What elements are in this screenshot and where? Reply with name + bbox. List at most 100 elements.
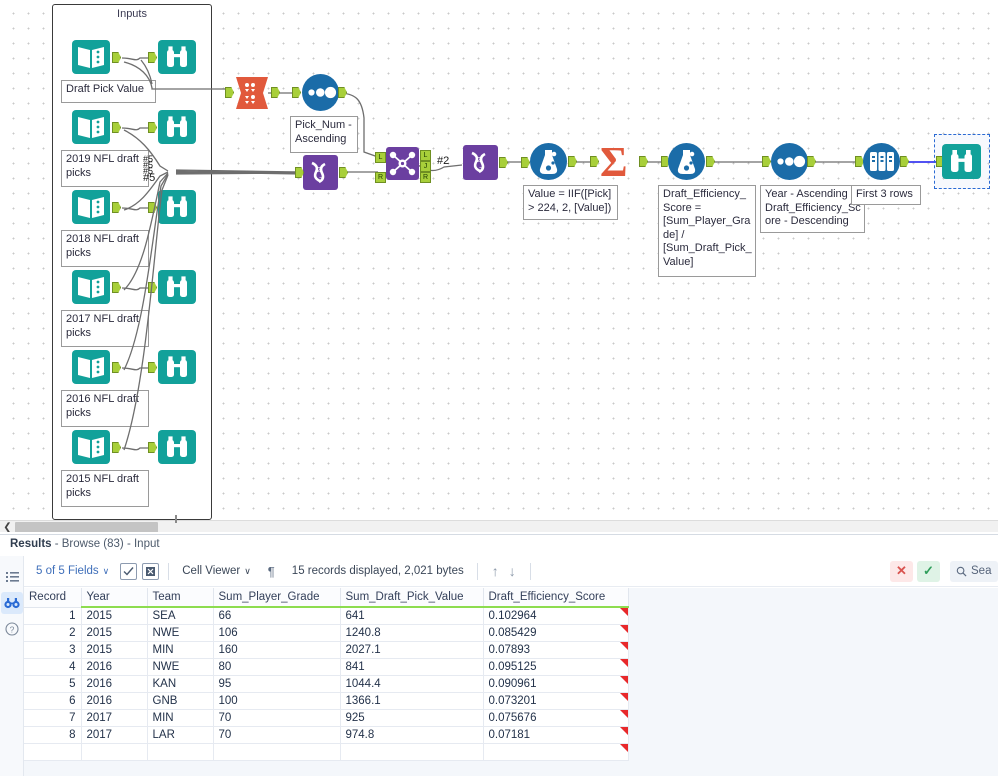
browse-tool-3[interactable] [158,188,196,226]
cell-draft-efficiency-score[interactable]: 0.075676 [483,709,629,727]
confirm-button[interactable]: ✓ [917,560,940,582]
column-header-draft-efficiency-score[interactable]: Draft_Efficiency_Score [483,588,629,608]
summarize-tool[interactable]: Σ [598,141,638,182]
cell-sum-player-grade[interactable]: 95 [213,675,341,693]
cell-sum-draft-pick-value[interactable]: 641 [340,607,484,625]
table-row[interactable]: 1 2015 SEA 66 641 0.102964 [24,607,629,625]
cell-year[interactable]: 2016 [81,658,148,676]
cell-team[interactable] [147,743,214,761]
output-anchor[interactable] [807,156,816,167]
cell-sum-draft-pick-value[interactable]: 974.8 [340,726,484,744]
cell-team[interactable]: LAR [147,726,214,744]
table-row[interactable]: 3 2015 MIN 160 2027.1 0.07893 [24,641,629,659]
results-data-grid[interactable]: Record Year Team Sum_Player_Grade Sum_Dr… [24,588,998,776]
output-anchor[interactable] [338,87,347,98]
cell-record[interactable]: 5 [24,675,82,693]
sample-tool[interactable] [862,142,901,181]
browse-binoculars-icon[interactable] [1,592,23,614]
cell-team[interactable]: GNB [147,692,214,710]
cell-year[interactable]: 2016 [81,675,148,693]
cell-sum-player-grade[interactable]: 70 [213,709,341,727]
table-row[interactable]: 4 2016 NWE 80 841 0.095125 [24,658,629,676]
output-anchor[interactable] [339,167,348,178]
output-anchor[interactable] [499,157,508,168]
join-anchor-right[interactable]: R [375,172,386,183]
select-tool-1[interactable]: 2 7 [303,155,338,190]
output-anchor[interactable] [271,87,280,98]
cell-record[interactable] [24,743,82,761]
cell-draft-efficiency-score[interactable]: 0.073201 [483,692,629,710]
cell-year[interactable]: 2016 [81,692,148,710]
input-tool-3[interactable] [72,188,110,226]
column-header-record[interactable]: Record [24,588,82,608]
browse-tool-4[interactable] [158,268,196,306]
output-anchor[interactable] [568,156,577,167]
browse-tool-1[interactable] [158,38,196,76]
join-output-anchor-join[interactable]: J [420,161,431,172]
cell-sum-draft-pick-value[interactable]: 1044.4 [340,675,484,693]
input-tool-1[interactable] [72,38,110,76]
cell-sum-player-grade[interactable]: 66 [213,607,341,625]
fields-selector[interactable]: 5 of 5 Fields ∨ [32,563,113,579]
cell-team[interactable]: KAN [147,675,214,693]
cell-draft-efficiency-score[interactable]: 0.095125 [483,658,629,676]
cell-record[interactable]: 8 [24,726,82,744]
cell-draft-efficiency-score[interactable]: 0.085429 [483,624,629,642]
cell-year[interactable]: 2017 [81,709,148,727]
cell-record[interactable]: 3 [24,641,82,659]
input-tool-2[interactable] [72,108,110,146]
scroll-down-button[interactable]: ↓ [504,563,521,579]
cell-sum-player-grade[interactable]: 80 [213,658,341,676]
sort-tool-picknum[interactable] [301,73,340,112]
input-tool-6[interactable] [72,428,110,466]
table-row[interactable]: 2 2015 NWE 106 1240.8 0.085429 [24,624,629,642]
cell-draft-efficiency-score[interactable]: 0.07893 [483,641,629,659]
cell-team[interactable]: MIN [147,641,214,659]
formula-tool-1[interactable] [529,142,568,181]
join-output-anchor-left[interactable]: L [420,150,431,161]
cell-draft-efficiency-score[interactable]: 0.090961 [483,675,629,693]
browse-tool-final[interactable] [942,142,981,181]
cell-record[interactable]: 1 [24,607,82,625]
table-row[interactable]: 5 2016 KAN 95 1044.4 0.090961 [24,675,629,693]
scroll-up-button[interactable]: ↑ [487,563,504,579]
column-header-sum-draft-pick-value[interactable]: Sum_Draft_Pick_Value [340,588,484,608]
table-row[interactable]: 6 2016 GNB 100 1366.1 0.073201 [24,692,629,710]
cell-team[interactable]: SEA [147,607,214,625]
search-input[interactable]: Sea [950,560,998,582]
input-anchor[interactable] [292,87,301,98]
cell-sum-draft-pick-value[interactable]: 1366.1 [340,692,484,710]
scroll-left-chevron-icon[interactable]: ❮ [0,521,15,532]
pilcrow-icon[interactable]: ¶ [263,563,280,580]
browse-tool-5[interactable] [158,348,196,386]
cell-sum-draft-pick-value[interactable]: 1240.8 [340,624,484,642]
output-anchor[interactable] [706,156,715,167]
scrollbar-track[interactable] [15,515,998,532]
cell-sum-player-grade[interactable]: 70 [213,726,341,744]
cell-viewer-selector[interactable]: Cell Viewer ∨ [178,563,255,579]
input-tool-4[interactable] [72,268,110,306]
select-all-fields-icon[interactable] [120,562,138,580]
help-icon[interactable]: ? [1,618,23,640]
cell-draft-efficiency-score[interactable] [483,743,629,761]
workflow-canvas[interactable]: Inputs Draft Pick Value 2019 NFL draft p… [0,0,998,532]
cell-year[interactable] [81,743,148,761]
transpose-tool[interactable] [234,74,270,112]
cell-sum-player-grade[interactable] [213,743,341,761]
list-icon[interactable] [1,566,23,588]
cell-draft-efficiency-score[interactable]: 0.07181 [483,726,629,744]
cell-sum-draft-pick-value[interactable]: 841 [340,658,484,676]
column-header-team[interactable]: Team [147,588,214,608]
cell-sum-draft-pick-value[interactable]: 2027.1 [340,641,484,659]
cell-team[interactable]: NWE [147,658,214,676]
column-header-year[interactable]: Year [81,588,148,608]
deselect-all-fields-icon[interactable] [142,562,160,580]
cell-team[interactable]: NWE [147,624,214,642]
cell-sum-player-grade[interactable]: 106 [213,624,341,642]
cell-year[interactable]: 2015 [81,624,148,642]
cell-record[interactable]: 7 [24,709,82,727]
sort-tool-year[interactable] [770,142,809,181]
table-row[interactable]: 8 2017 LAR 70 974.8 0.07181 [24,726,629,744]
cell-record[interactable]: 2 [24,624,82,642]
browse-tool-6[interactable] [158,428,196,466]
